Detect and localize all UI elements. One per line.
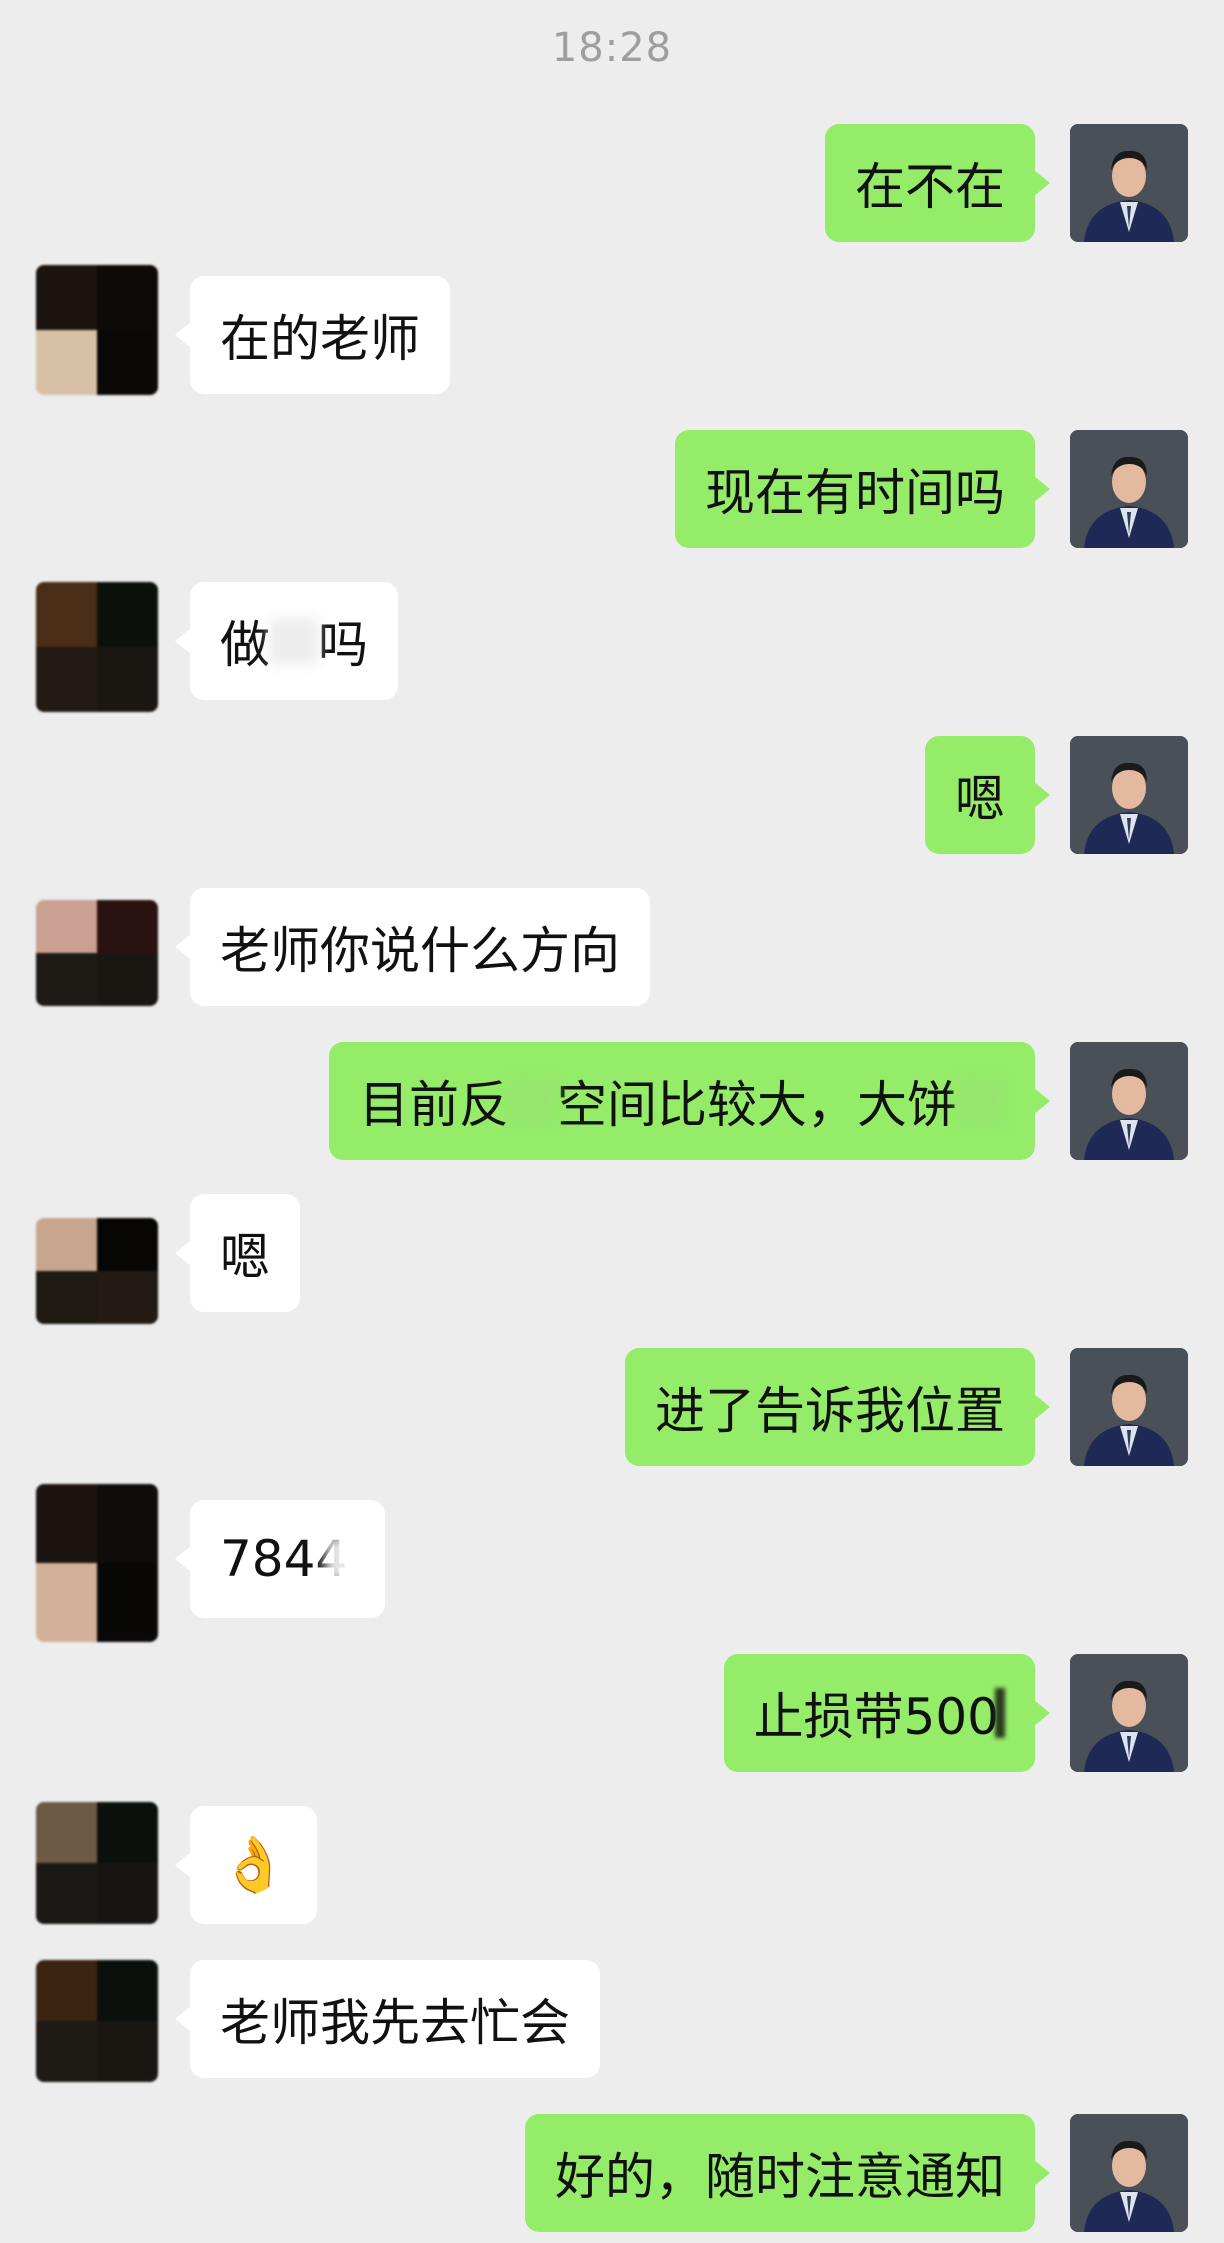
message-row: 做吗 [0, 582, 1224, 712]
message-bubble-outgoing[interactable]: 止损带500 [723, 1654, 1051, 1772]
avatar-person-icon [1070, 736, 1188, 854]
message-text: 做 [220, 616, 270, 674]
message-text: 目前反 [359, 1076, 509, 1134]
avatar-me[interactable] [1070, 2114, 1188, 2232]
message-row: 老师我先去忙会 [0, 1960, 1224, 2090]
avatar-person-icon [1070, 124, 1188, 242]
avatar-contact[interactable] [36, 900, 158, 1006]
message-bubble-incoming[interactable]: 老师我先去忙会 [175, 1960, 600, 2078]
message-text: 老师我先去忙会 [220, 1994, 570, 2052]
avatar-me[interactable] [1070, 1348, 1188, 1466]
avatar-person-icon [1070, 1654, 1188, 1772]
avatar-me[interactable] [1070, 124, 1188, 242]
message-bubble-incoming[interactable]: 老师你说什么方向 [175, 888, 650, 1006]
avatar-person-icon [1070, 2114, 1188, 2232]
message-text: 老师你说什么方向 [220, 922, 620, 980]
message-text: 嗯 [955, 770, 1005, 828]
message-bubble-outgoing[interactable]: 在不在 [825, 124, 1050, 242]
message-text: 在的老师 [220, 310, 420, 368]
message-row: 目前反 空间比较大，大饼 [0, 1042, 1224, 1160]
avatar-contact[interactable] [36, 582, 158, 712]
message-text: 好的，随时注意通知 [555, 2148, 1005, 2206]
message-bubble-incoming[interactable]: 👌 [174, 1806, 318, 1924]
message-bubble-outgoing[interactable]: 现在有时间吗 [675, 430, 1050, 548]
message-timestamp: 18:28 [551, 25, 673, 71]
message-text: 嗯 [220, 1228, 270, 1286]
message-text: 在不在 [855, 158, 1005, 216]
message-bubble-incoming[interactable]: 嗯 [175, 1194, 300, 1312]
redaction-blur [957, 1078, 1005, 1124]
message-row: 在不在 [0, 124, 1224, 242]
avatar-contact[interactable] [36, 1484, 158, 1642]
avatar-contact[interactable] [36, 1802, 158, 1924]
redaction-blur [270, 618, 318, 664]
message-row: 7844 [0, 1484, 1224, 1642]
message-row: 在的老师 [0, 265, 1224, 406]
avatar-person-icon [1070, 430, 1188, 548]
avatar-contact[interactable] [36, 265, 158, 395]
avatar-me[interactable] [1070, 736, 1188, 854]
avatar-me[interactable] [1070, 430, 1188, 548]
avatar-me[interactable] [1070, 1654, 1188, 1772]
avatar-contact[interactable] [36, 1960, 158, 2082]
message-row: 进了告诉我位置 [0, 1348, 1224, 1466]
message-row: 现在有时间吗 [0, 430, 1224, 548]
message-row: 好的，随时注意通知 [0, 2114, 1224, 2234]
message-bubble-outgoing[interactable]: 嗯 [925, 736, 1050, 854]
avatar-person-icon [1070, 1348, 1188, 1466]
message-text: 现在有时间吗 [705, 464, 1005, 522]
message-row: 👌 [0, 1802, 1224, 1936]
message-bubble-incoming[interactable]: 7844 [174, 1500, 386, 1618]
message-text: 吗 [318, 616, 368, 674]
redaction-blur [509, 1078, 557, 1124]
message-row: 止损带500 [0, 1654, 1224, 1772]
message-row: 老师你说什么方向 [0, 888, 1224, 1018]
message-text: 进了告诉我位置 [655, 1382, 1005, 1440]
avatar-me[interactable] [1070, 1042, 1188, 1160]
message-bubble-incoming[interactable]: 在的老师 [175, 276, 450, 394]
message-bubble-outgoing[interactable]: 好的，随时注意通知 [525, 2114, 1050, 2232]
message-bubble-incoming[interactable]: 做吗 [175, 582, 398, 700]
avatar-contact[interactable] [36, 1218, 158, 1324]
redaction-blur [325, 1536, 356, 1582]
message-text: 空间比较大，大饼 [557, 1076, 957, 1134]
message-bubble-outgoing[interactable]: 进了告诉我位置 [625, 1348, 1050, 1466]
message-row: 嗯 [0, 736, 1224, 854]
redaction-blur [995, 1688, 1005, 1738]
message-text: 止损带500 [753, 1688, 999, 1746]
ok-hand-emoji: 👌 [220, 1833, 288, 1896]
message-bubble-outgoing[interactable]: 目前反 空间比较大，大饼 [329, 1042, 1050, 1160]
message-row: 嗯 [0, 1194, 1224, 1324]
avatar-person-icon [1070, 1042, 1188, 1160]
